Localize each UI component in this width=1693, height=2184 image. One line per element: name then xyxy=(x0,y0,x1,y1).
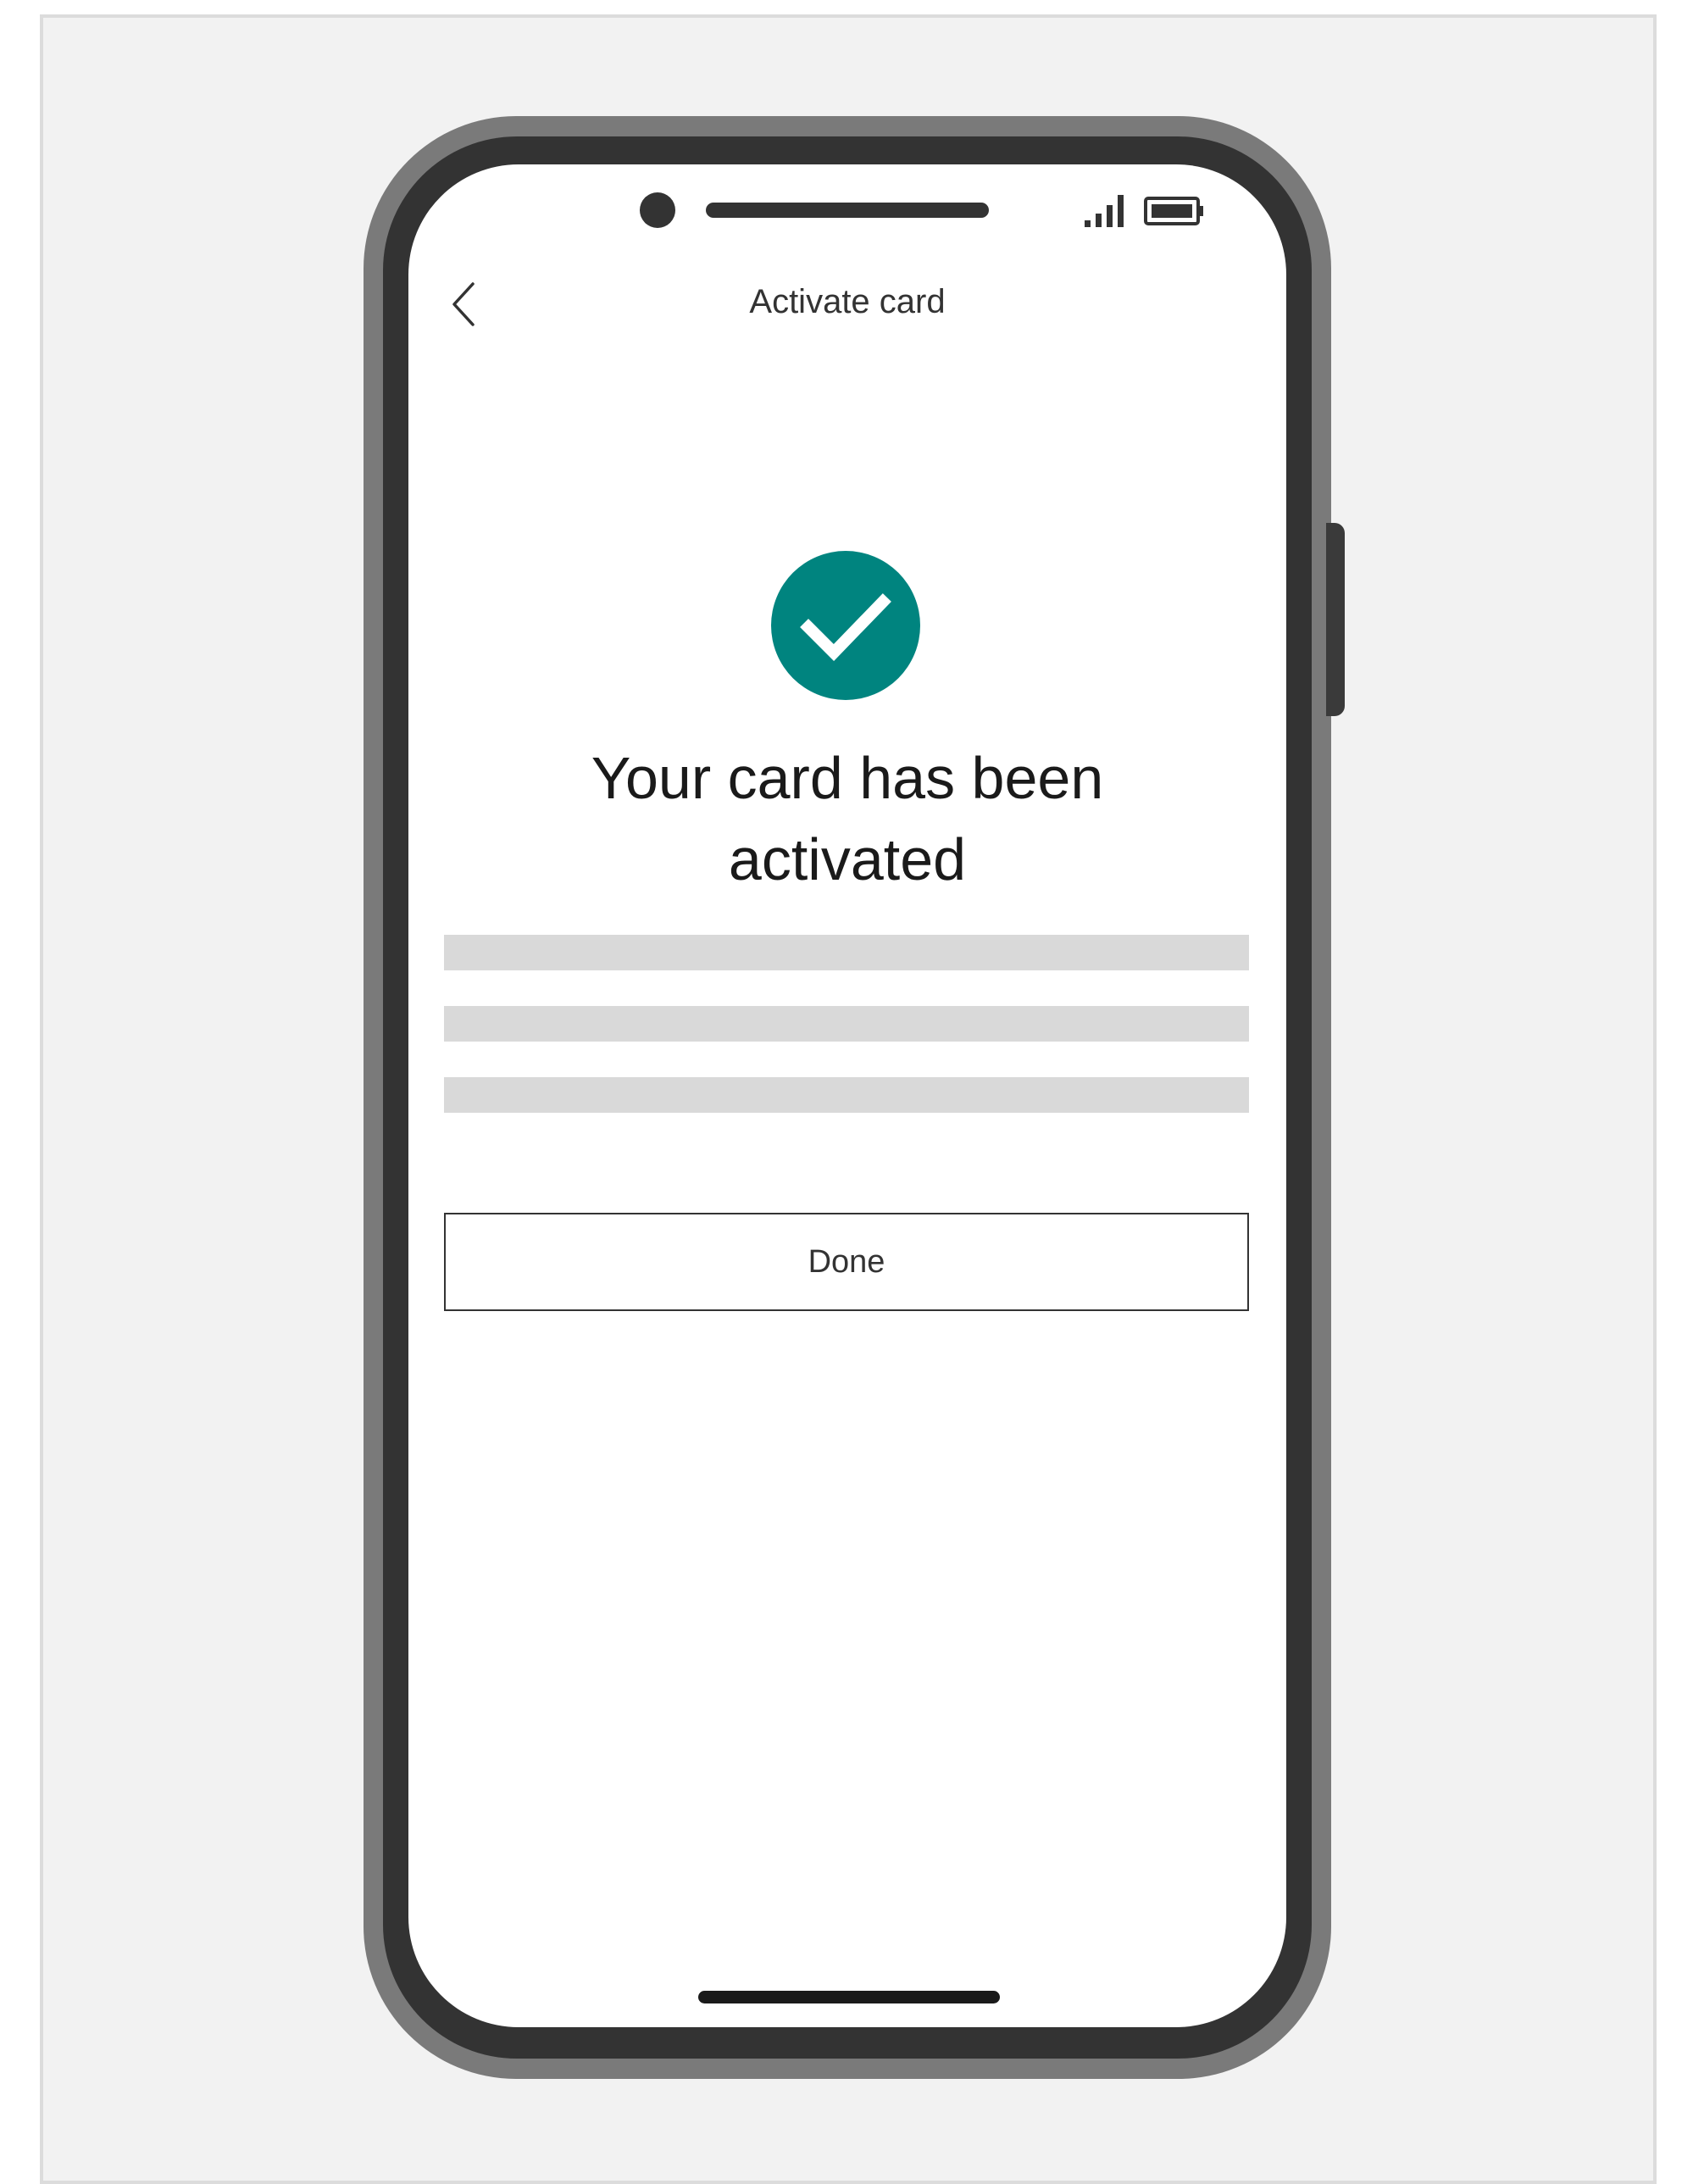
done-button[interactable]: Done xyxy=(444,1213,1249,1311)
speaker-grille xyxy=(706,203,989,218)
home-indicator[interactable] xyxy=(698,1991,1000,2003)
headline-line-2: activated xyxy=(728,826,967,892)
text-placeholder-line-1 xyxy=(444,935,1249,970)
battery-icon xyxy=(1144,197,1203,225)
headline-line-1: Your card has been xyxy=(591,745,1104,811)
phone-screen: Activate card Your card has been activat… xyxy=(408,164,1286,2027)
check-circle-icon xyxy=(771,551,920,700)
signal-icon xyxy=(1085,195,1124,227)
camera-icon xyxy=(640,192,675,228)
text-placeholder-line-2 xyxy=(444,1006,1249,1042)
text-placeholder-line-3 xyxy=(444,1077,1249,1113)
page-title: Activate card xyxy=(749,283,946,320)
confirmation-headline: Your card has been activated xyxy=(408,737,1286,900)
phone-side-button xyxy=(1326,523,1345,716)
